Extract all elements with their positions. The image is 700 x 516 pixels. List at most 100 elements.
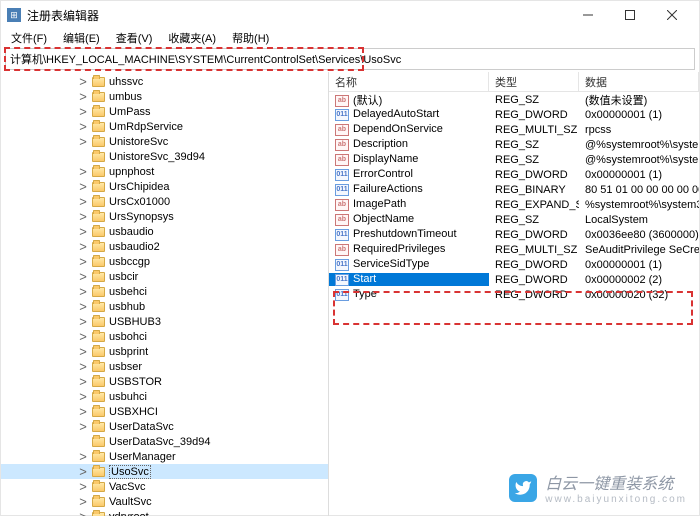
value-row-dependonservice[interactable]: abDependOnServiceREG_MULTI_SZrpcss <box>329 122 699 137</box>
tree-item-usbehci[interactable]: >usbehci <box>1 284 328 299</box>
value-row-imagepath[interactable]: abImagePathREG_EXPAND_SZ%systemroot%\sys… <box>329 197 699 212</box>
expand-icon[interactable]: > <box>76 449 90 464</box>
value-data: 0x00000001 (1) <box>579 109 699 121</box>
tree-item-usbxhci[interactable]: >USBXHCI <box>1 404 328 419</box>
tree-item-usbprint[interactable]: >usbprint <box>1 344 328 359</box>
value-type-icon: 011 <box>335 289 349 301</box>
expand-icon[interactable]: > <box>76 344 90 359</box>
value-row-objectname[interactable]: abObjectNameREG_SZLocalSystem <box>329 212 699 227</box>
tree-item-usbuhci[interactable]: >usbuhci <box>1 389 328 404</box>
expand-icon[interactable]: > <box>76 119 90 134</box>
tree-panel[interactable]: >uhssvc>umbus>UmPass>UmRdpService>Unisto… <box>1 72 329 516</box>
expand-icon[interactable]: > <box>76 194 90 209</box>
tree-item-label: UserManager <box>109 451 176 463</box>
folder-icon <box>92 332 105 342</box>
expand-icon[interactable]: > <box>76 224 90 239</box>
expand-icon[interactable]: > <box>76 389 90 404</box>
tree-item-uhssvc[interactable]: >uhssvc <box>1 74 328 89</box>
tree-item-usbcir[interactable]: >usbcir <box>1 269 328 284</box>
tree-item-upnphost[interactable]: >upnphost <box>1 164 328 179</box>
value-row-displayname[interactable]: abDisplayNameREG_SZ@%systemroot%\system3 <box>329 152 699 167</box>
close-button[interactable] <box>651 1 693 29</box>
expand-icon[interactable]: > <box>76 464 90 479</box>
expand-icon[interactable]: > <box>76 314 90 329</box>
expand-icon[interactable]: > <box>76 74 90 89</box>
tree-item-usbaudio[interactable]: >usbaudio <box>1 224 328 239</box>
value-row-(默认)[interactable]: ab(默认)REG_SZ(数值未设置) <box>329 92 699 107</box>
expand-icon[interactable]: > <box>76 329 90 344</box>
address-bar[interactable]: 计算机\HKEY_LOCAL_MACHINE\SYSTEM\CurrentCon… <box>5 48 695 70</box>
tree-item-usbaudio2[interactable]: >usbaudio2 <box>1 239 328 254</box>
col-header-type[interactable]: 类型 <box>489 72 579 92</box>
tree-item-unistoresvc[interactable]: >UnistoreSvc <box>1 134 328 149</box>
tree-item-usbohci[interactable]: >usbohci <box>1 329 328 344</box>
value-row-delayedautostart[interactable]: 011DelayedAutoStartREG_DWORD0x00000001 (… <box>329 107 699 122</box>
expand-icon[interactable]: > <box>76 479 90 494</box>
value-row-errorcontrol[interactable]: 011ErrorControlREG_DWORD0x00000001 (1) <box>329 167 699 182</box>
value-type: REG_DWORD <box>489 169 579 181</box>
expand-icon[interactable]: > <box>76 104 90 119</box>
expand-icon[interactable] <box>76 434 90 449</box>
expand-icon[interactable]: > <box>76 209 90 224</box>
col-header-name[interactable]: 名称 <box>329 72 489 92</box>
menu-view[interactable]: 查看(V) <box>110 29 159 47</box>
menu-file[interactable]: 文件(F) <box>5 29 53 47</box>
menu-help[interactable]: 帮助(H) <box>226 29 275 47</box>
expand-icon[interactable]: > <box>76 359 90 374</box>
value-row-start[interactable]: 011StartREG_DWORD0x00000002 (2) <box>329 272 699 287</box>
value-row-requiredprivileges[interactable]: abRequiredPrivilegesREG_MULTI_SZSeAuditP… <box>329 242 699 257</box>
tree-item-urscx01000[interactable]: >UrsCx01000 <box>1 194 328 209</box>
tree-item-vacsvc[interactable]: >VacSvc <box>1 479 328 494</box>
tree-item-umrdpservice[interactable]: >UmRdpService <box>1 119 328 134</box>
tree-item-vaultsvc[interactable]: >VaultSvc <box>1 494 328 509</box>
tree-item-userdatasvc[interactable]: >UserDataSvc <box>1 419 328 434</box>
tree-item-usermanager[interactable]: > UserManager <box>1 449 328 464</box>
expand-icon[interactable]: > <box>76 284 90 299</box>
expand-icon[interactable]: > <box>76 494 90 509</box>
tree-item-urschipidea[interactable]: > UrsChipidea <box>1 179 328 194</box>
tree-item-usbccgp[interactable]: >usbccgp <box>1 254 328 269</box>
value-row-failureactions[interactable]: 011FailureActionsREG_BINARY80 51 01 00 0… <box>329 182 699 197</box>
tree-item-umbus[interactable]: >umbus <box>1 89 328 104</box>
tree-item-userdatasvc_39d94[interactable]: UserDataSvc_39d94 <box>1 434 328 449</box>
title-bar: ⊞ 注册表编辑器 <box>1 1 699 29</box>
col-header-data[interactable]: 数据 <box>579 72 699 92</box>
expand-icon[interactable]: > <box>76 509 90 516</box>
list-panel[interactable]: 名称 类型 数据 ab(默认)REG_SZ(数值未设置)011DelayedAu… <box>329 72 699 516</box>
tree-item-label: UrsChipidea <box>109 181 170 193</box>
expand-icon[interactable]: > <box>76 419 90 434</box>
expand-icon[interactable]: > <box>76 89 90 104</box>
expand-icon[interactable]: > <box>76 254 90 269</box>
tree-item-vdrvroot[interactable]: >vdrvroot <box>1 509 328 516</box>
value-type: REG_SZ <box>489 94 579 106</box>
folder-icon <box>92 482 105 492</box>
tree-item-unistoresvc_39d94[interactable]: UnistoreSvc_39d94 <box>1 149 328 164</box>
expand-icon[interactable]: > <box>76 374 90 389</box>
maximize-button[interactable] <box>609 1 651 29</box>
expand-icon[interactable] <box>76 149 90 164</box>
expand-icon[interactable]: > <box>76 239 90 254</box>
value-row-description[interactable]: abDescriptionREG_SZ@%systemroot%\system3 <box>329 137 699 152</box>
tree-item-usbhub3[interactable]: >USBHUB3 <box>1 314 328 329</box>
tree-item-usbstor[interactable]: >USBSTOR <box>1 374 328 389</box>
tree-item-urssynopsys[interactable]: >UrsSynopsys <box>1 209 328 224</box>
value-row-preshutdowntimeout[interactable]: 011PreshutdownTimeoutREG_DWORD0x0036ee80… <box>329 227 699 242</box>
minimize-button[interactable] <box>567 1 609 29</box>
value-row-type[interactable]: 011TypeREG_DWORD0x00000020 (32) <box>329 287 699 302</box>
expand-icon[interactable]: > <box>76 164 90 179</box>
value-row-servicesidtype[interactable]: 011ServiceSidTypeREG_DWORD0x00000001 (1) <box>329 257 699 272</box>
value-data: LocalSystem <box>579 214 699 226</box>
menu-edit[interactable]: 编辑(E) <box>57 29 106 47</box>
expand-icon[interactable]: > <box>76 299 90 314</box>
menu-favorites[interactable]: 收藏夹(A) <box>162 29 222 47</box>
expand-icon[interactable]: > <box>76 269 90 284</box>
expand-icon[interactable]: > <box>76 179 90 194</box>
tree-item-usbhub[interactable]: >usbhub <box>1 299 328 314</box>
tree-item-usbser[interactable]: >usbser <box>1 359 328 374</box>
expand-icon[interactable]: > <box>76 134 90 149</box>
tree-item-umpass[interactable]: >UmPass <box>1 104 328 119</box>
expand-icon[interactable]: > <box>76 404 90 419</box>
tree-item-usosvc[interactable]: >UsoSvc <box>1 464 328 479</box>
value-type-icon: 011 <box>335 259 349 271</box>
menu-bar: 文件(F) 编辑(E) 查看(V) 收藏夹(A) 帮助(H) <box>1 29 699 47</box>
